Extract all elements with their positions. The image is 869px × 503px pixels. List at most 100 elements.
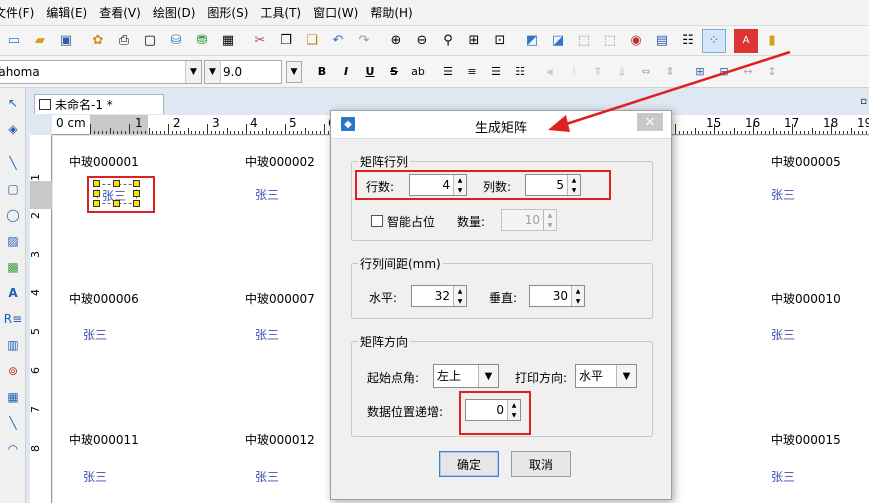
- label-code[interactable]: 中玻000007: [245, 290, 315, 307]
- label-name[interactable]: 张三: [255, 186, 279, 203]
- strikethrough-button[interactable]: S: [384, 61, 404, 83]
- pointer-icon[interactable]: ↖: [2, 92, 24, 114]
- label-name[interactable]: 张三: [771, 468, 795, 485]
- send-back-icon[interactable]: ◪: [546, 29, 570, 53]
- resize-handle[interactable]: [133, 190, 140, 197]
- rows-stepper[interactable]: 4 ▲ ▼: [409, 174, 467, 196]
- close-button[interactable]: ×: [637, 113, 663, 131]
- cols-value[interactable]: 5: [526, 175, 567, 195]
- label-code[interactable]: 中玻000005: [771, 153, 841, 170]
- rect-icon[interactable]: ▢: [2, 178, 24, 200]
- shape-icon[interactable]: ⊚: [2, 360, 24, 382]
- line-icon[interactable]: ╲: [2, 152, 24, 174]
- chevron-down-icon[interactable]: ▼: [185, 60, 201, 83]
- lock-icon[interactable]: ▤: [650, 29, 674, 53]
- resize-handle[interactable]: [133, 180, 140, 187]
- dialog-title-bar[interactable]: ◆ 生成矩阵 ×: [331, 111, 671, 139]
- bring-front-icon[interactable]: ◩: [520, 29, 544, 53]
- align-right-icon[interactable]: ☰: [486, 61, 506, 83]
- open-icon[interactable]: ▰: [28, 29, 52, 53]
- center-h-icon[interactable]: ⊞: [690, 61, 710, 83]
- image-icon[interactable]: ▨: [2, 230, 24, 252]
- curve-icon[interactable]: ╲: [2, 412, 24, 434]
- font-size-select[interactable]: ▼ 9.0: [204, 59, 282, 84]
- copy-icon[interactable]: ❐: [274, 29, 298, 53]
- same-height-icon[interactable]: ↕: [762, 61, 782, 83]
- chevron-down-icon[interactable]: ▼: [454, 296, 466, 306]
- resize-handle[interactable]: [113, 180, 120, 187]
- fit-page-icon[interactable]: ⊞: [462, 29, 486, 53]
- rich-text-icon[interactable]: R≡: [2, 308, 24, 330]
- resize-handle[interactable]: [93, 180, 100, 187]
- label-code[interactable]: 中玻000001: [69, 153, 139, 170]
- ungroup-icon[interactable]: ⬚: [598, 29, 622, 53]
- char-spacing-icon[interactable]: ab: [408, 61, 428, 83]
- chevron-down-icon[interactable]: ▼: [205, 60, 221, 83]
- print-preview-icon[interactable]: ▢: [138, 29, 162, 53]
- menu-draw[interactable]: 绘图(D): [147, 0, 202, 26]
- zoom-icon[interactable]: ⚲: [436, 29, 460, 53]
- export-icon[interactable]: ▮: [760, 29, 784, 53]
- label-name[interactable]: 张三: [83, 468, 107, 485]
- menu-edit[interactable]: 编辑(E): [40, 0, 93, 26]
- smart-placeholder-checkbox[interactable]: [371, 215, 383, 227]
- resize-handle[interactable]: [133, 200, 140, 207]
- menu-shape[interactable]: 图形(S): [201, 0, 254, 26]
- vertical-value[interactable]: 30: [530, 286, 571, 306]
- menu-window[interactable]: 窗口(W): [307, 0, 364, 26]
- justify-icon[interactable]: ☷: [510, 61, 530, 83]
- table-icon[interactable]: ▦: [2, 386, 24, 408]
- horizontal-spacing-stepper[interactable]: 32 ▲ ▼: [411, 285, 467, 307]
- zoom-in-icon[interactable]: ⊕: [384, 29, 408, 53]
- redo-icon[interactable]: ↷: [352, 29, 376, 53]
- chevron-down-icon[interactable]: ▼: [478, 365, 498, 387]
- resize-handle[interactable]: [93, 190, 100, 197]
- print-icon[interactable]: ⎙: [112, 29, 136, 53]
- cancel-button[interactable]: 取消: [511, 451, 571, 477]
- visibility-icon[interactable]: ◉: [624, 29, 648, 53]
- cut-icon[interactable]: ✂: [248, 29, 272, 53]
- label-name[interactable]: 张三: [771, 186, 795, 203]
- align-icon[interactable]: ☷: [676, 29, 700, 53]
- label-name[interactable]: 张三: [771, 326, 795, 343]
- menu-view[interactable]: 查看(V): [93, 0, 147, 26]
- picture-icon[interactable]: ▩: [2, 256, 24, 278]
- align-obj-center-icon[interactable]: ⫶: [564, 61, 584, 83]
- chevron-down-icon[interactable]: ▼: [572, 296, 584, 306]
- database-icon[interactable]: ⛁: [164, 29, 188, 53]
- print-direction-select[interactable]: 水平 ▼: [575, 364, 637, 388]
- settings-icon[interactable]: ✿: [86, 29, 110, 53]
- new-icon[interactable]: ▭: [2, 29, 26, 53]
- distribute-h-icon[interactable]: ⇔: [636, 61, 656, 83]
- rows-value[interactable]: 4: [410, 175, 453, 195]
- align-center-icon[interactable]: ≡: [462, 61, 482, 83]
- chevron-up-icon[interactable]: ▲: [508, 400, 520, 410]
- label-code[interactable]: 中玻000006: [69, 290, 139, 307]
- barcode-icon[interactable]: ▥: [2, 334, 24, 356]
- chevron-down-icon[interactable]: ▼: [508, 410, 520, 420]
- zoom-out-icon[interactable]: ⊖: [410, 29, 434, 53]
- start-corner-select[interactable]: 左上 ▼: [433, 364, 499, 388]
- label-code[interactable]: 中玻000015: [771, 431, 841, 448]
- vertical-spacing-stepper[interactable]: 30 ▲ ▼: [529, 285, 585, 307]
- group-icon[interactable]: ⬚: [572, 29, 596, 53]
- chevron-up-icon[interactable]: ▲: [454, 175, 466, 185]
- rotate-icon[interactable]: ◈: [2, 118, 24, 140]
- save-icon[interactable]: ▣: [54, 29, 78, 53]
- font-name-select[interactable]: Tahoma ▼: [0, 59, 202, 84]
- distribute-v-icon[interactable]: ⇕: [660, 61, 680, 83]
- resize-handle[interactable]: [93, 200, 100, 207]
- menu-tools[interactable]: 工具(T): [254, 0, 307, 26]
- chevron-down-icon[interactable]: ▼: [616, 365, 636, 387]
- increment-value[interactable]: 0: [466, 400, 507, 420]
- resize-handle[interactable]: [113, 200, 120, 207]
- label-name[interactable]: 张三: [255, 326, 279, 343]
- italic-button[interactable]: I: [336, 61, 356, 83]
- label-code[interactable]: 中玻000010: [771, 290, 841, 307]
- align-left-icon[interactable]: ☰: [438, 61, 458, 83]
- data-source-icon[interactable]: ⛃: [190, 29, 214, 53]
- text-icon[interactable]: A: [2, 282, 24, 304]
- paste-icon[interactable]: ❏: [300, 29, 324, 53]
- menu-file[interactable]: 文件(F): [0, 0, 40, 26]
- chevron-up-icon[interactable]: ▲: [572, 286, 584, 296]
